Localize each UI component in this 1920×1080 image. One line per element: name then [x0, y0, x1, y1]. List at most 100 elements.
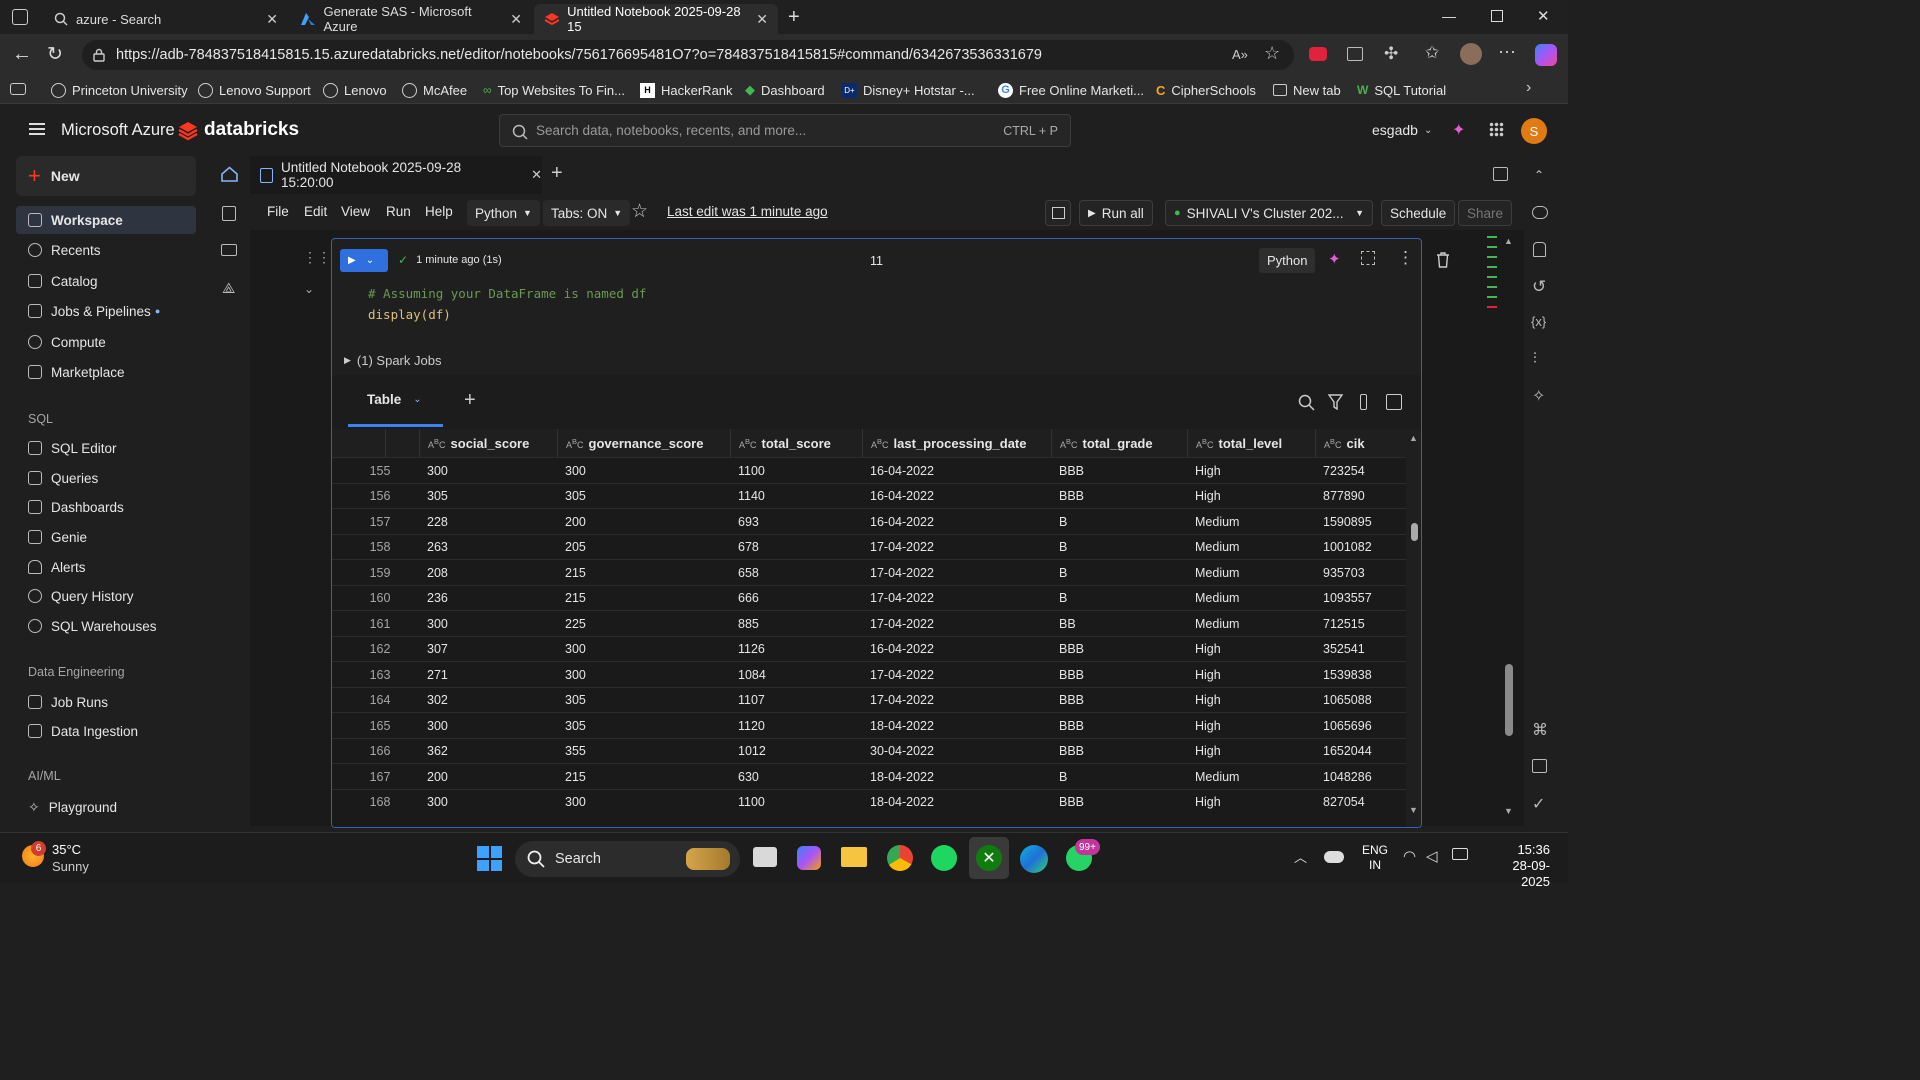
table-cell[interactable]: 17-04-2022: [870, 662, 934, 687]
table-cell[interactable]: High: [1195, 713, 1221, 738]
table-cell[interactable]: 17-04-2022: [870, 535, 934, 560]
new-button[interactable]: + New: [16, 156, 196, 196]
table-cell[interactable]: 1100: [738, 458, 765, 483]
sidebar-item-marketplace[interactable]: Marketplace: [16, 358, 196, 386]
drag-handle-icon[interactable]: ⋮⋮: [303, 250, 331, 264]
table-cell[interactable]: BBB: [1059, 713, 1084, 738]
table-cell[interactable]: 208: [427, 560, 448, 585]
browser-tab-generate-sas[interactable]: Generate SAS - Microsoft Azure ✕: [290, 4, 532, 34]
table-cell[interactable]: 16-04-2022: [870, 484, 934, 509]
run-cell-button[interactable]: ▶ ⌄: [340, 249, 388, 272]
variables-icon[interactable]: {x}: [1531, 314, 1546, 329]
table-cell[interactable]: 362: [427, 739, 448, 764]
table-cell[interactable]: 1001082: [1323, 535, 1372, 560]
expand-icon[interactable]: [1361, 251, 1375, 265]
bookmark-item[interactable]: Princeton University: [51, 80, 188, 100]
global-search-input[interactable]: Search data, notebooks, recents, and mor…: [499, 114, 1071, 147]
table-row[interactable]: 157 228 200 693 16-04-2022 B Medium 1590895: [332, 508, 1406, 534]
add-visualization-icon[interactable]: +: [464, 389, 476, 412]
table-cell[interactable]: High: [1195, 662, 1221, 687]
version-history-icon[interactable]: ↺: [1532, 277, 1546, 297]
column-header[interactable]: ABC cik: [1315, 429, 1406, 457]
table-scrollbar[interactable]: ▲ ▼: [1408, 429, 1421, 827]
notebook-tab[interactable]: Untitled Notebook 2025-09-28 15:20:00 ✕: [250, 156, 542, 194]
layout-toggle-button[interactable]: [1045, 200, 1071, 226]
bookmark-item[interactable]: Lenovo: [323, 80, 387, 100]
bookmark-item[interactable]: ◆ Dashboard: [745, 80, 825, 100]
columns-icon[interactable]: [1360, 394, 1367, 410]
extension-icon[interactable]: [1309, 47, 1327, 61]
table-row[interactable]: 161 300 225 885 17-04-2022 BB Medium 712515: [332, 610, 1406, 636]
bookmark-item[interactable]: H HackerRank: [640, 80, 733, 100]
trash-icon[interactable]: [1436, 252, 1450, 268]
cell-minimap[interactable]: [1487, 236, 1497, 326]
more-vertical-icon[interactable]: ⋮: [1397, 248, 1414, 268]
bookmark-item[interactable]: W SQL Tutorial: [1357, 80, 1446, 100]
table-cell[interactable]: Medium: [1195, 586, 1239, 611]
sidebar-item-data-ingestion[interactable]: Data Ingestion: [16, 717, 196, 745]
sidebar-item-workspace[interactable]: Workspace: [16, 206, 196, 234]
apps-grid-icon[interactable]: [1489, 122, 1504, 137]
table-cell[interactable]: 300: [565, 637, 586, 662]
more-icon[interactable]: ⋯: [1498, 42, 1516, 63]
search-icon[interactable]: [1298, 394, 1315, 411]
table-cell[interactable]: 355: [565, 739, 586, 764]
table-cell[interactable]: B: [1059, 764, 1067, 789]
assistant-sparkle-icon[interactable]: ✦: [1328, 250, 1341, 268]
home-icon[interactable]: [221, 166, 238, 182]
bookmark-item[interactable]: Lenovo Support: [198, 80, 311, 100]
cell-language-badge[interactable]: Python: [1259, 248, 1316, 273]
table-cell[interactable]: 1048286: [1323, 764, 1372, 789]
xbox-app-active[interactable]: ✕: [969, 837, 1009, 879]
table-cell[interactable]: Medium: [1195, 509, 1239, 534]
table-cell[interactable]: 18-04-2022: [870, 713, 934, 738]
cluster-select[interactable]: ● SHIVALI V's Cluster 202... ▼: [1165, 200, 1373, 226]
column-header[interactable]: ABC total_score: [730, 429, 862, 457]
workspace-switcher[interactable]: esgadb ⌄: [1372, 122, 1432, 138]
table-cell[interactable]: 18-04-2022: [870, 790, 934, 815]
table-row[interactable]: 159 208 215 658 17-04-2022 B Medium 935703: [332, 559, 1406, 585]
sidebar-item-recents[interactable]: Recents: [16, 236, 196, 264]
scroll-up-icon[interactable]: ▲: [1504, 236, 1513, 246]
wifi-icon[interactable]: ◠: [1403, 847, 1416, 865]
table-cell[interactable]: 1652044: [1323, 739, 1372, 764]
table-row[interactable]: 165 300 305 1120 18-04-2022 BBB High 1065696: [332, 712, 1406, 738]
table-cell[interactable]: 236: [427, 586, 448, 611]
table-cell[interactable]: 1120: [738, 713, 765, 738]
table-cell[interactable]: 302: [427, 688, 448, 713]
filter-icon[interactable]: [1328, 394, 1343, 410]
favorites-icon[interactable]: ✩: [1425, 43, 1439, 63]
table-cell[interactable]: 1084: [738, 662, 766, 687]
table-cell[interactable]: 1012: [738, 739, 766, 764]
table-cell[interactable]: B: [1059, 586, 1067, 611]
table-cell[interactable]: Medium: [1195, 764, 1239, 789]
table-row[interactable]: 156 305 305 1140 16-04-2022 BBB High 877890: [332, 482, 1406, 509]
bookmark-item[interactable]: C CipherSchools: [1156, 80, 1256, 100]
tab-actions-icon[interactable]: [12, 9, 28, 25]
table-cell[interactable]: 678: [738, 535, 759, 560]
copilot-icon[interactable]: [1535, 44, 1557, 66]
share-button[interactable]: Share: [1458, 200, 1513, 226]
copilot-app-icon[interactable]: [797, 846, 821, 870]
battery-icon[interactable]: [1452, 848, 1468, 860]
table-cell[interactable]: 693: [738, 509, 759, 534]
back-icon[interactable]: ←: [12, 43, 32, 66]
scroll-down-icon[interactable]: ▼: [1409, 805, 1418, 815]
sidebar-item-dashboards[interactable]: Dashboards: [16, 493, 196, 521]
schedule-button[interactable]: Schedule: [1381, 200, 1456, 226]
table-row[interactable]: 167 200 215 630 18-04-2022 B Medium 1048286: [332, 763, 1406, 789]
panel-toggle-icon[interactable]: [1386, 394, 1402, 410]
language-select[interactable]: Python ▼: [467, 200, 540, 226]
table-of-contents-icon[interactable]: [222, 206, 236, 221]
table-cell[interactable]: 885: [738, 611, 759, 636]
table-cell[interactable]: BBB: [1059, 458, 1084, 483]
column-header[interactable]: ABC social_score: [419, 429, 557, 457]
table-cell[interactable]: BBB: [1059, 484, 1084, 509]
close-icon[interactable]: ✕: [756, 11, 768, 28]
chevron-up-icon[interactable]: ︿: [1294, 847, 1307, 866]
table-cell[interactable]: 666: [738, 586, 759, 611]
edge-icon[interactable]: [1020, 845, 1048, 873]
table-cell[interactable]: 658: [738, 560, 759, 585]
table-row[interactable]: 163 271 300 1084 17-04-2022 BBB High 1539838: [332, 661, 1406, 687]
table-cell[interactable]: BBB: [1059, 739, 1084, 764]
